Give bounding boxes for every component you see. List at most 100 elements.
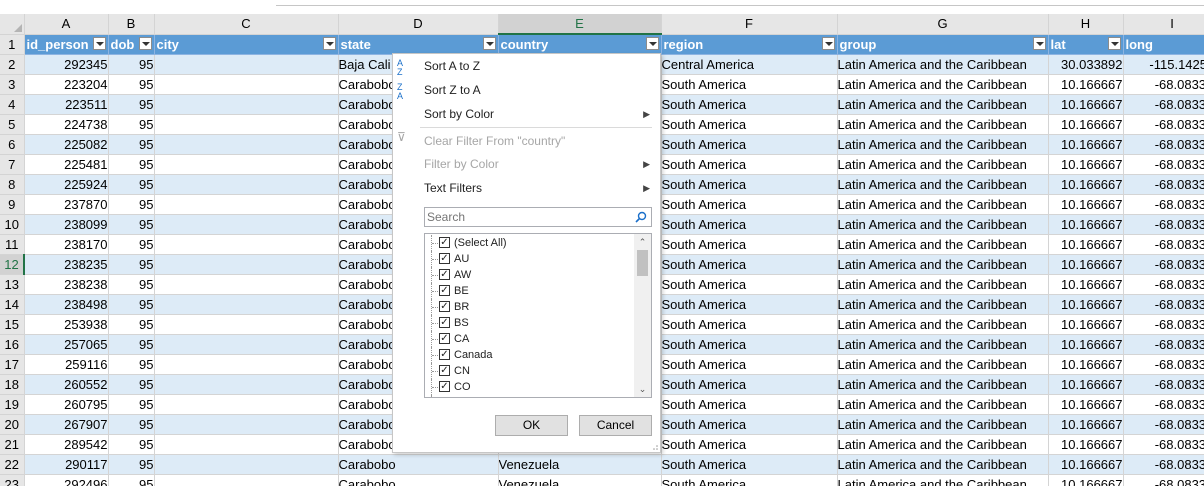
cell-region[interactable]: South America [661, 174, 838, 195]
cancel-button[interactable]: Cancel [579, 415, 652, 436]
cell-lat[interactable]: 10.166667 [1048, 134, 1124, 155]
cell-lat[interactable]: 10.166667 [1048, 454, 1124, 475]
checkbox[interactable]: ✓ [439, 349, 450, 360]
cell-long[interactable]: -68.083333 [1123, 234, 1204, 255]
cell-group[interactable]: Latin America and the Caribbean [837, 54, 1049, 75]
cell-lat[interactable]: 10.166667 [1048, 314, 1124, 335]
checkbox[interactable]: ✓ [439, 301, 450, 312]
cell-city[interactable] [154, 54, 339, 75]
cell-dob[interactable]: 95 [108, 94, 155, 115]
cell-group[interactable]: Latin America and the Caribbean [837, 134, 1049, 155]
cell-region[interactable]: South America [661, 274, 838, 295]
cell-region[interactable]: South America [661, 394, 838, 415]
cell-dob[interactable]: 95 [108, 374, 155, 395]
cell-long[interactable]: -68.083333 [1123, 74, 1204, 95]
cell-dob[interactable]: 95 [108, 314, 155, 335]
checkbox[interactable]: ✓ [439, 333, 450, 344]
list-scrollbar[interactable]: ⌃ ⌄ [634, 234, 651, 397]
checkbox[interactable]: ✓ [439, 381, 450, 392]
cell-state[interactable]: Carabobo [338, 474, 499, 486]
cell-id[interactable]: 225481 [24, 154, 109, 175]
cell-long[interactable]: -68.083333 [1123, 154, 1204, 175]
cell-city[interactable] [154, 214, 339, 235]
cell-lat[interactable]: 10.166667 [1048, 94, 1124, 115]
cell-id[interactable]: 257065 [24, 334, 109, 355]
filter-list-item[interactable]: ✓ CO [425, 379, 630, 395]
ok-button[interactable]: OK [495, 415, 568, 436]
cell-dob[interactable]: 95 [108, 334, 155, 355]
cell-city[interactable] [154, 194, 339, 215]
cell-state[interactable]: Carabobo [338, 454, 499, 475]
row-header[interactable]: 16 [0, 334, 25, 355]
cell-city[interactable] [154, 294, 339, 315]
cell-dob[interactable]: 95 [108, 474, 155, 486]
cell-dob[interactable]: 95 [108, 214, 155, 235]
row-header[interactable]: 20 [0, 414, 25, 435]
row-header[interactable]: 6 [0, 134, 25, 155]
cell-long[interactable]: -68.083333 [1123, 194, 1204, 215]
cell-city[interactable] [154, 154, 339, 175]
row-header[interactable]: 17 [0, 354, 25, 375]
cell-group[interactable]: Latin America and the Caribbean [837, 174, 1049, 195]
cell-dob[interactable]: 95 [108, 414, 155, 435]
checkbox[interactable]: ✓ [439, 253, 450, 264]
cell-id[interactable]: 260552 [24, 374, 109, 395]
cell-long[interactable]: -68.083333 [1123, 354, 1204, 375]
row-header[interactable]: 11 [0, 234, 25, 255]
cell-region[interactable]: South America [661, 134, 838, 155]
cell-id[interactable]: 238498 [24, 294, 109, 315]
cell-city[interactable] [154, 394, 339, 415]
cell-city[interactable] [154, 474, 339, 486]
cell-group[interactable]: Latin America and the Caribbean [837, 214, 1049, 235]
column-header-b[interactable]: B [108, 14, 155, 35]
scroll-up-icon[interactable]: ⌃ [634, 234, 651, 250]
cell-dob[interactable]: 95 [108, 54, 155, 75]
cell-region[interactable]: South America [661, 214, 838, 235]
filter-list-item[interactable]: ✓ AW [425, 267, 630, 283]
filter-list-item[interactable]: ✓ BS [425, 315, 630, 331]
cell-lat[interactable]: 10.166667 [1048, 474, 1124, 486]
checkbox[interactable]: ✓ [439, 397, 450, 398]
cell-id[interactable]: 292496 [24, 474, 109, 486]
cell-region[interactable]: South America [661, 114, 838, 135]
cell-id[interactable]: 253938 [24, 314, 109, 335]
cell-city[interactable] [154, 374, 339, 395]
cell-city[interactable] [154, 334, 339, 355]
cell-region[interactable]: South America [661, 194, 838, 215]
cell-dob[interactable]: 95 [108, 434, 155, 455]
row-header[interactable]: 3 [0, 74, 25, 95]
filter-list-item[interactable]: ✓ (Select All) [425, 235, 630, 251]
cell-region[interactable]: South America [661, 74, 838, 95]
checkbox[interactable]: ✓ [439, 237, 450, 248]
filter-list-item[interactable]: ✓ BE [425, 283, 630, 299]
cell-dob[interactable]: 95 [108, 454, 155, 475]
row-header[interactable]: 4 [0, 94, 25, 115]
cell-city[interactable] [154, 434, 339, 455]
column-header-c[interactable]: C [154, 14, 339, 35]
checkbox[interactable]: ✓ [439, 285, 450, 296]
cell-city[interactable] [154, 274, 339, 295]
cell-id[interactable]: 223204 [24, 74, 109, 95]
cell-city[interactable] [154, 74, 339, 95]
cell-lat[interactable]: 10.166667 [1048, 274, 1124, 295]
row-header[interactable]: 5 [0, 114, 25, 135]
cell-long[interactable]: -68.083333 [1123, 214, 1204, 235]
checkbox[interactable]: ✓ [439, 269, 450, 280]
cell-region[interactable]: South America [661, 454, 838, 475]
filter-search-box[interactable] [424, 207, 652, 227]
row-header[interactable]: 15 [0, 314, 25, 335]
cell-group[interactable]: Latin America and the Caribbean [837, 374, 1049, 395]
cell-id[interactable]: 237870 [24, 194, 109, 215]
cell-dob[interactable]: 95 [108, 174, 155, 195]
cell-group[interactable]: Latin America and the Caribbean [837, 254, 1049, 275]
checkbox[interactable]: ✓ [439, 317, 450, 328]
cell-long[interactable]: -68.083333 [1123, 94, 1204, 115]
filter-search-input[interactable] [427, 209, 627, 225]
cell-id[interactable]: 267907 [24, 414, 109, 435]
cell-long[interactable]: -68.083333 [1123, 134, 1204, 155]
row-header[interactable]: 8 [0, 174, 25, 195]
row-header[interactable]: 14 [0, 294, 25, 315]
cell-region[interactable]: South America [661, 254, 838, 275]
cell-id[interactable]: 292345 [24, 54, 109, 75]
cell-id[interactable]: 238238 [24, 274, 109, 295]
